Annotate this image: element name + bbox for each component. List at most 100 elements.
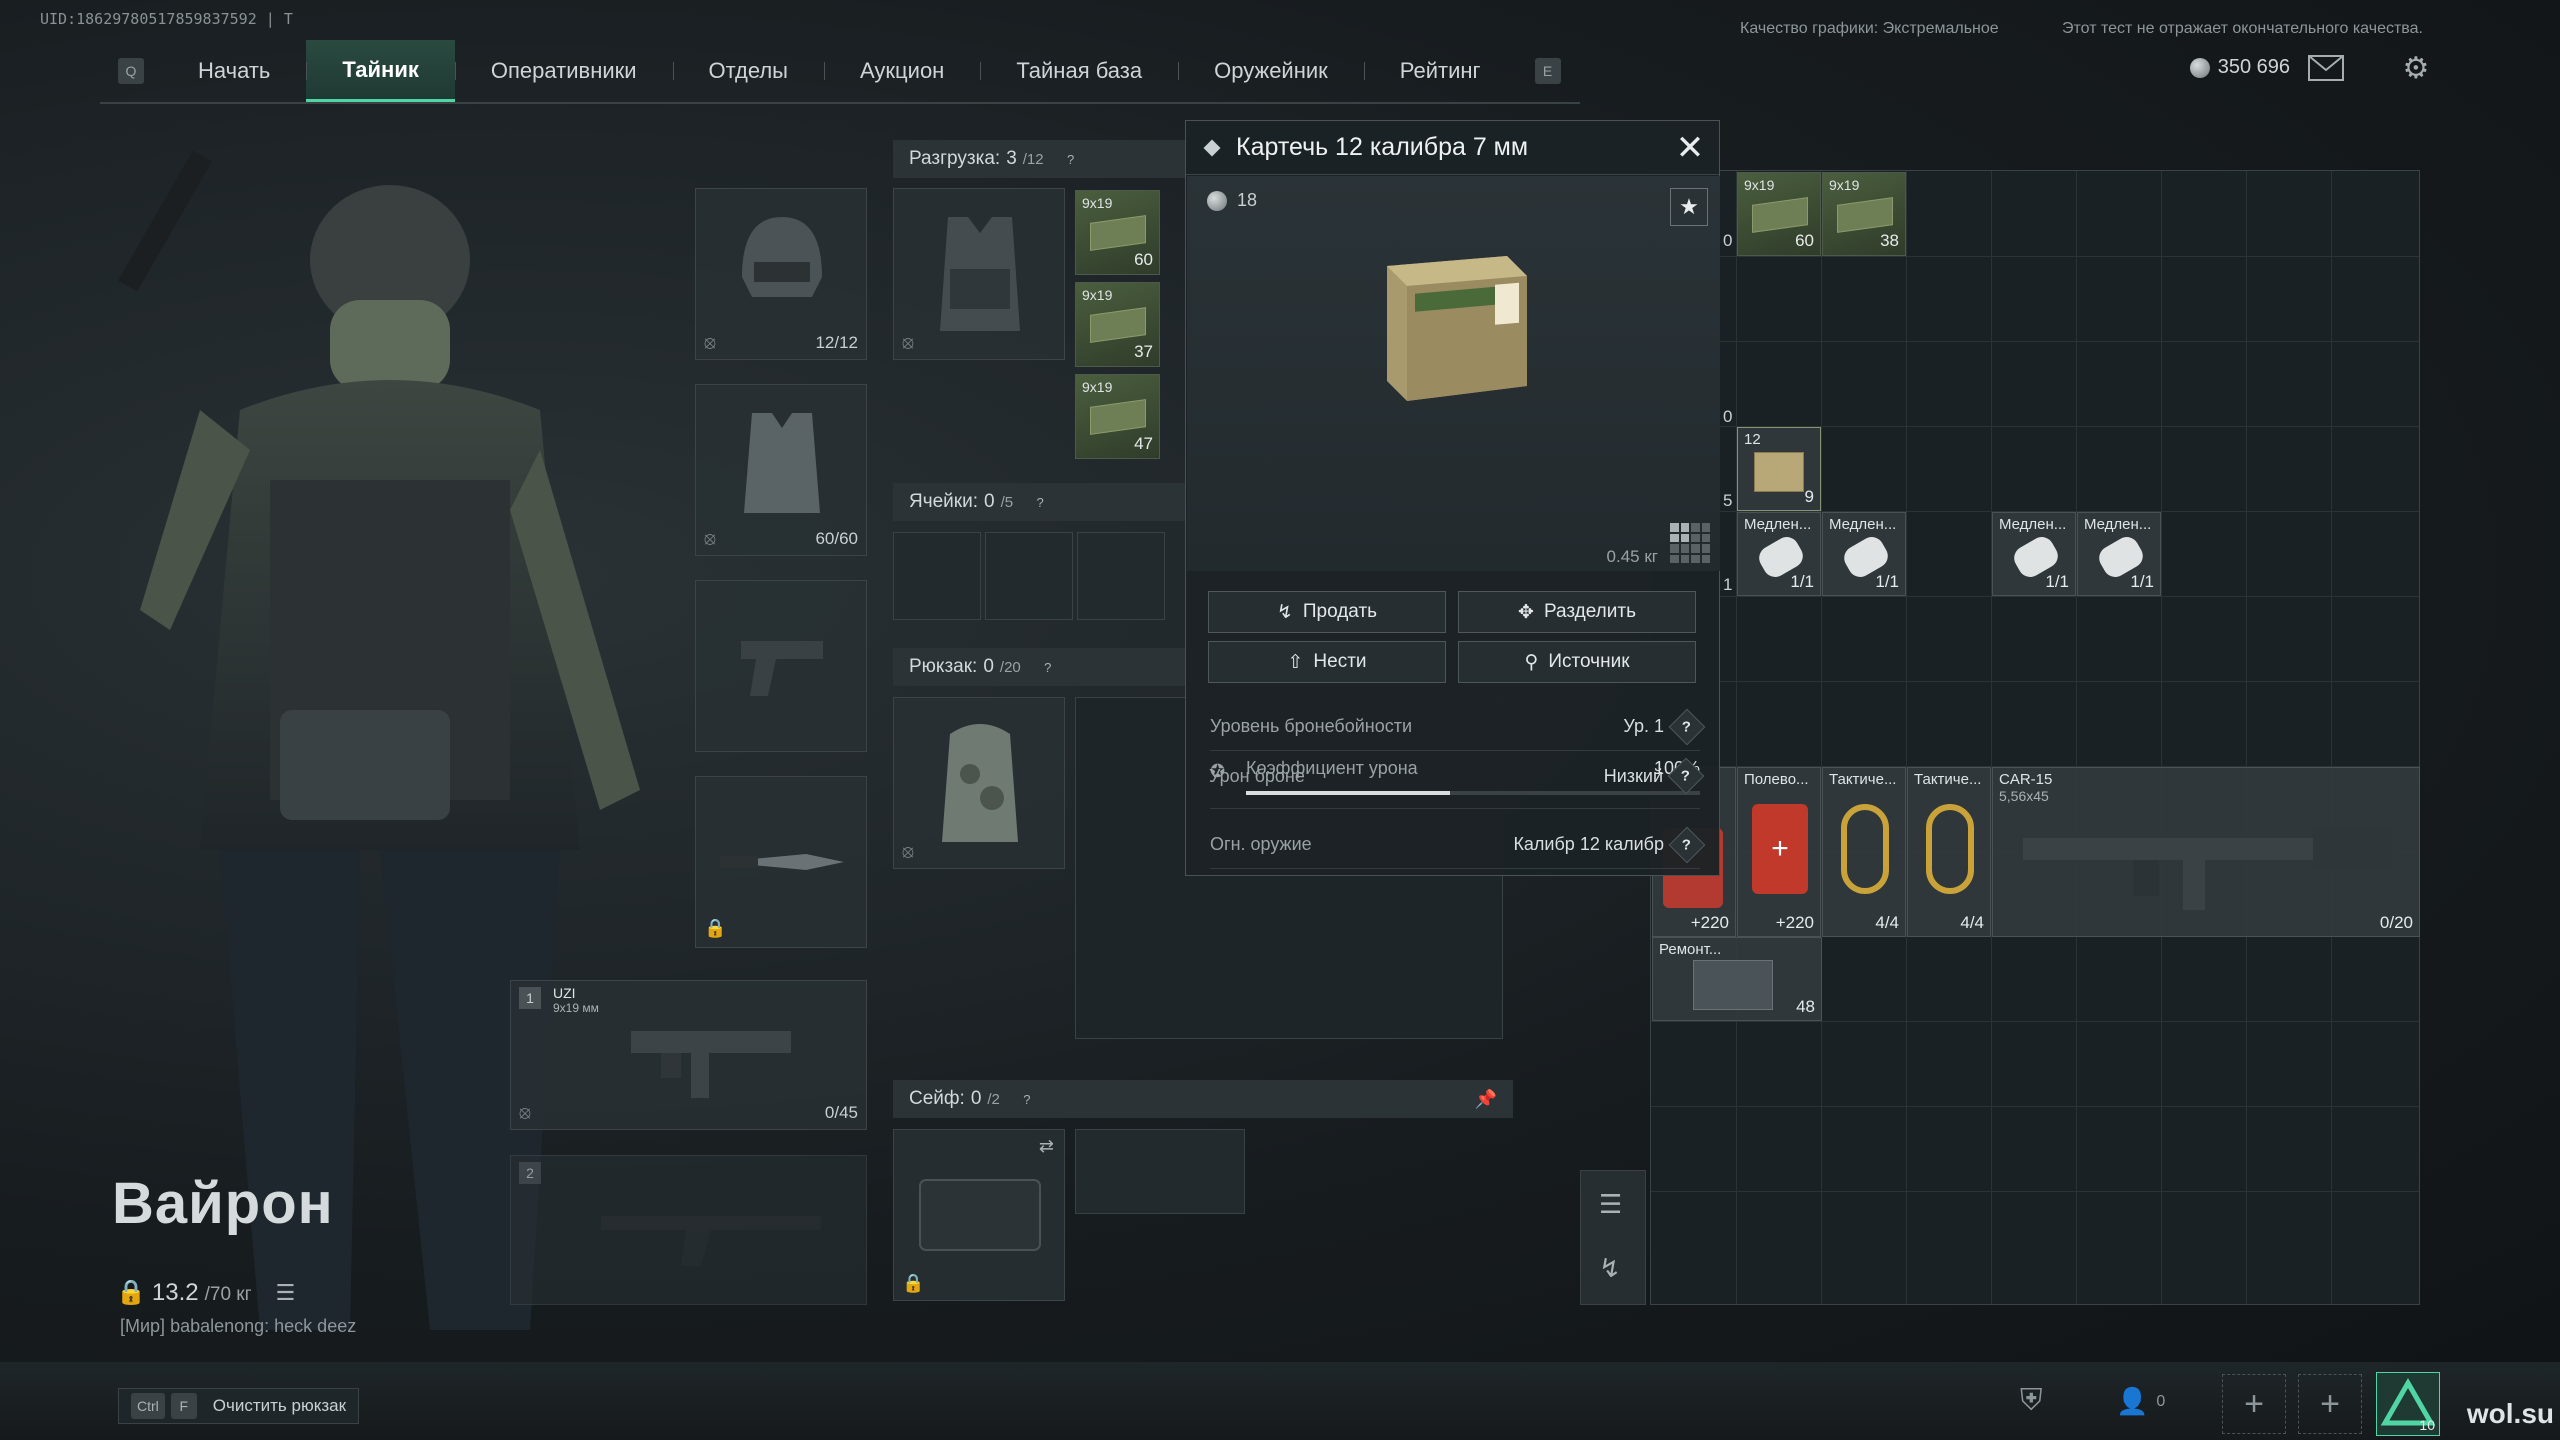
player-emblem[interactable]: 10 (2376, 1372, 2440, 1436)
sell-cart-icon[interactable]: ↯ (1599, 1253, 1621, 1284)
sell-button[interactable]: ↯ Продать (1208, 591, 1446, 633)
primary-weapon-slot[interactable]: 1 UZI 9x19 мм ⦻ 0/45 (510, 980, 867, 1130)
tab-gunsmith[interactable]: Оружейник (1178, 40, 1364, 102)
currency-display: 350 696 (2189, 56, 2290, 79)
sell-icon: ↯ (1276, 601, 1293, 623)
add-squad-slot[interactable]: + (2222, 1374, 2286, 1434)
secondary-weapon-slot[interactable]: 2 (510, 1155, 867, 1305)
stash-tourniquet-item[interactable]: Тактиче... 4/4 (1907, 767, 1991, 937)
help-icon[interactable]: ? (1668, 708, 1706, 745)
tab-start[interactable]: Начать (162, 40, 306, 102)
help-icon[interactable]: ? (1031, 493, 1049, 511)
tab-operators[interactable]: Оперативники (454, 40, 673, 102)
favorite-star-icon[interactable]: ★ (1670, 188, 1708, 226)
layers-icon[interactable]: ☰ (1599, 1189, 1622, 1220)
help-icon[interactable]: ? (1018, 1090, 1036, 1108)
help-icon[interactable]: ? (1062, 150, 1080, 168)
safe-max: /2 (987, 1090, 1000, 1108)
edge-count: 0 (1723, 407, 1733, 426)
chat-message: [Мир] babalenong: heck deez (120, 1316, 357, 1336)
mail-icon[interactable] (2306, 52, 2346, 84)
item-name: Медлен... (2084, 516, 2152, 533)
safe-cell[interactable] (1075, 1129, 1245, 1214)
helmet-durability: 12/12 (815, 333, 858, 352)
pocket-cell[interactable] (1077, 532, 1165, 620)
close-icon[interactable]: ✕ (1671, 129, 1709, 167)
armor-pen-row: Уровень бронебойности Ур. 1? (1210, 703, 1706, 751)
stash-med-item[interactable]: Медлен... 1/1 (1822, 512, 1906, 596)
backpack-max: /20 (999, 658, 1021, 676)
pockets-header: Ячейки: 0/5 ? (893, 483, 1185, 521)
swap-icon[interactable]: ⇄ (1039, 1136, 1054, 1157)
ammo-box-icon (1837, 197, 1893, 233)
friends-button[interactable]: 👤 0 (2116, 1386, 2165, 1417)
help-icon[interactable]: ? (1039, 658, 1057, 676)
size-grid-icon (1670, 523, 1710, 563)
backpack-slot[interactable]: ⦻ (893, 697, 1065, 869)
pistol-slot[interactable] (695, 580, 867, 752)
gear-icon[interactable]: ⚙ (2396, 52, 2436, 85)
pin-icon[interactable]: 📌 (1475, 1089, 1497, 1110)
safe-slot[interactable]: ⇄ 🔒 (893, 1129, 1065, 1301)
stash-grid[interactable]: 0 0 5 1 9x19 60 9x19 38 12 9 Медлен... 1… (1650, 170, 2420, 1305)
modal-header: Картечь 12 калибра 7 мм (1186, 121, 1719, 175)
clear-backpack-button[interactable]: Ctrl F Очистить рюкзак (118, 1388, 360, 1424)
stat-value: Ур. 1 (1623, 716, 1664, 736)
tab-departments[interactable]: Отделы (672, 40, 824, 102)
armor-durability: 60/60 (815, 529, 858, 548)
edge-count: 1 (1723, 575, 1733, 594)
stash-shot-item[interactable]: 12 9 (1737, 427, 1821, 511)
carry-button[interactable]: ⇧ Нести (1208, 641, 1446, 683)
stash-tourniquet-item[interactable]: Тактиче... 4/4 (1822, 767, 1906, 937)
help-icon[interactable]: ? (1668, 826, 1706, 863)
nav-right-key[interactable]: E (1534, 58, 1561, 84)
ammo-count: 60 (1134, 250, 1153, 269)
main-nav: Q Начать Тайник Оперативники Отделы Аукц… (100, 40, 1580, 104)
pocket-cell[interactable] (985, 532, 1073, 620)
pocket-cell[interactable] (893, 532, 981, 620)
helmet-slot[interactable]: ⦻ 12/12 (695, 188, 867, 360)
item-count: 1/1 (1875, 572, 1899, 591)
stash-repair-item[interactable]: Ремонт... 48 (1652, 937, 1822, 1021)
rig-ammo-item[interactable]: 9x19 60 (1075, 190, 1160, 275)
shot-box-icon (1754, 452, 1804, 492)
item-name: Тактиче... (1829, 771, 1897, 788)
graphics-quality-text: Качество графики: Экстремальное (1740, 20, 1999, 37)
item-name: Медлен... (1999, 516, 2067, 533)
nav-left-key[interactable]: Q (118, 58, 144, 84)
bottom-bar (0, 1362, 2560, 1440)
tab-stash[interactable]: Тайник (306, 40, 455, 102)
add-squad-slot[interactable]: + (2298, 1374, 2362, 1434)
shield-icon[interactable]: ⛨ (2020, 1384, 2043, 1418)
clear-backpack-label: Очистить рюкзак (212, 1396, 347, 1415)
split-button[interactable]: ✥ Разделить (1458, 591, 1696, 633)
rig-ammo-item[interactable]: 9x19 47 (1075, 374, 1160, 459)
stash-medkit-item[interactable]: Полево... + +220 (1737, 767, 1821, 937)
disabled-icon: ⦻ (902, 332, 914, 352)
tourniquet-icon (1926, 804, 1974, 894)
rig-slot[interactable]: ⦻ (893, 188, 1065, 360)
stash-ammo-item[interactable]: 9x19 38 (1822, 172, 1906, 256)
stash-med-item[interactable]: Медлен... 1/1 (1992, 512, 2076, 596)
armor-slot[interactable]: ⦻ 60/60 (695, 384, 867, 556)
pistol-icon (741, 641, 823, 696)
slot-number: 2 (519, 1162, 541, 1184)
item-count: 9 (1804, 487, 1814, 506)
stash-rifle-item[interactable]: CAR-15 5,56x45 0/20 (1992, 767, 2420, 937)
stash-ammo-item[interactable]: 9x19 60 (1737, 172, 1821, 256)
stash-med-item[interactable]: Медлен... 1/1 (2077, 512, 2161, 596)
disabled-icon: ⦻ (519, 1102, 531, 1122)
pockets-value: 0 (984, 491, 995, 512)
help-icon[interactable]: ? (1667, 757, 1705, 795)
tab-rating[interactable]: Рейтинг (1363, 40, 1517, 102)
stash-med-item[interactable]: Медлен... 1/1 (1737, 512, 1821, 596)
list-icon[interactable]: ☰ (276, 1280, 296, 1306)
source-button[interactable]: ⚲ Источник (1458, 641, 1696, 683)
weapon-row: Огн. оружие Калибр 12 калибр? (1210, 821, 1706, 869)
rig-ammo-item[interactable]: 9x19 37 (1075, 282, 1160, 367)
tab-auction[interactable]: Аукцион (824, 40, 980, 102)
medkit-icon: + (1752, 804, 1808, 894)
tab-secret-base[interactable]: Тайная база (980, 40, 1178, 102)
knife-slot[interactable]: 🔒 (695, 776, 867, 948)
currency-amount: 350 696 (2217, 56, 2290, 78)
